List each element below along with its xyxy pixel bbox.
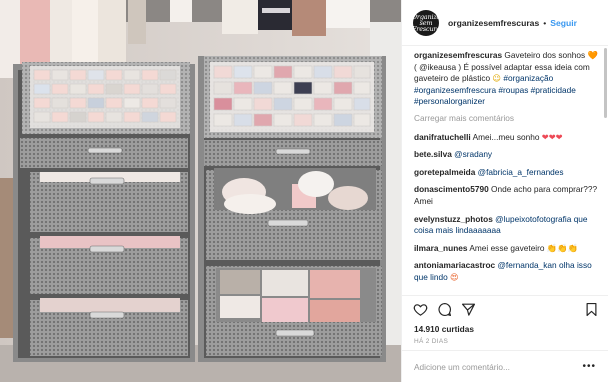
bookmark-icon[interactable] [584,302,599,317]
comment-item: antoniamariacastroc @fernanda_kan olha i… [414,260,598,283]
add-comment-bar: Adicione um comentário... ••• [402,350,608,382]
post-photo[interactable] [0,0,401,382]
avatar[interactable]: Organize sem Frescura [412,9,440,36]
likes-number: 14.910 [414,324,440,334]
comments-panel: Organize sem Frescura organizesemfrescur… [401,0,608,382]
load-more-comments[interactable]: Carregar mais comentários [414,113,598,125]
clapping-hands-icon: 👏👏👏 [546,242,578,253]
comment-item: ilmara_nunes Amei esse gaveteiro 👏👏👏 [414,243,598,255]
comment-text[interactable]: @sradany [454,149,492,159]
comment-username[interactable]: danifratuchelli [414,132,471,142]
add-comment-input[interactable]: Adicione um comentário... [414,362,510,372]
comment-item: danifratuchelli Amei...meu sonho ❤❤❤ [414,132,598,144]
wink-icon: 😉 [492,73,502,84]
post-timestamp: HÁ 2 DIAS [414,338,449,345]
follow-button[interactable]: Seguir [550,18,577,28]
comment-username[interactable]: donascimento5790 [414,184,489,194]
post-caption: organizesemfrescuras Gaveteiro dos sonho… [414,50,598,108]
heart-icon[interactable] [413,302,428,317]
caption-username[interactable]: organizesemfrescuras [414,50,502,60]
action-bar [402,295,608,322]
comment-item: goretepalmeida @fabricia_a_fernandes [414,167,598,179]
comments-list: organizesemfrescuras Gaveteiro dos sonho… [402,46,608,295]
comment-username[interactable]: ilmara_nunes [414,243,468,253]
heart-eyes-icon: 😍 [450,271,459,282]
red-heart-icon: ❤❤❤ [541,131,563,142]
comment-text: Amei...meu sonho [472,131,540,142]
instagram-post: Organize sem Frescura organizesemfrescur… [0,0,608,382]
orange-heart-icon: 🧡 [587,50,598,60]
comments-scrollbar[interactable] [604,48,607,118]
comment-item: bete.silva @sradany [414,149,598,161]
share-icon[interactable] [461,302,476,317]
more-options-icon[interactable]: ••• [582,361,596,372]
caption-text-2: ( @ikeausa ) É possível adaptar essa ide… [414,61,590,84]
comment-username[interactable]: evelynstuzz_photos [414,214,493,224]
comment-username[interactable]: antoniamariacastroc [414,260,495,270]
drawer-units-photo [0,0,401,382]
likes-label: curtidas [441,324,474,334]
likes-count[interactable]: 14.910 curtidas [402,322,608,336]
post-header: Organize sem Frescura organizesemfrescur… [402,0,608,46]
comment-text[interactable]: @fabricia_a_fernandes [478,167,564,177]
comment-icon[interactable] [437,302,452,317]
comment-username[interactable]: bete.silva [414,149,452,159]
comment-item: evelynstuzz_photos @lupeixotofotografia … [414,214,598,237]
caption-text-1: Gaveteiro dos sonhos [504,50,586,60]
header-separator: • [543,17,547,28]
comment-text: Amei esse gaveteiro [469,242,545,253]
header-username[interactable]: organizesemfrescuras [448,18,539,28]
comment-item: donascimento5790 Onde acho para comprar?… [414,184,598,207]
comment-username[interactable]: goretepalmeida [414,167,475,177]
